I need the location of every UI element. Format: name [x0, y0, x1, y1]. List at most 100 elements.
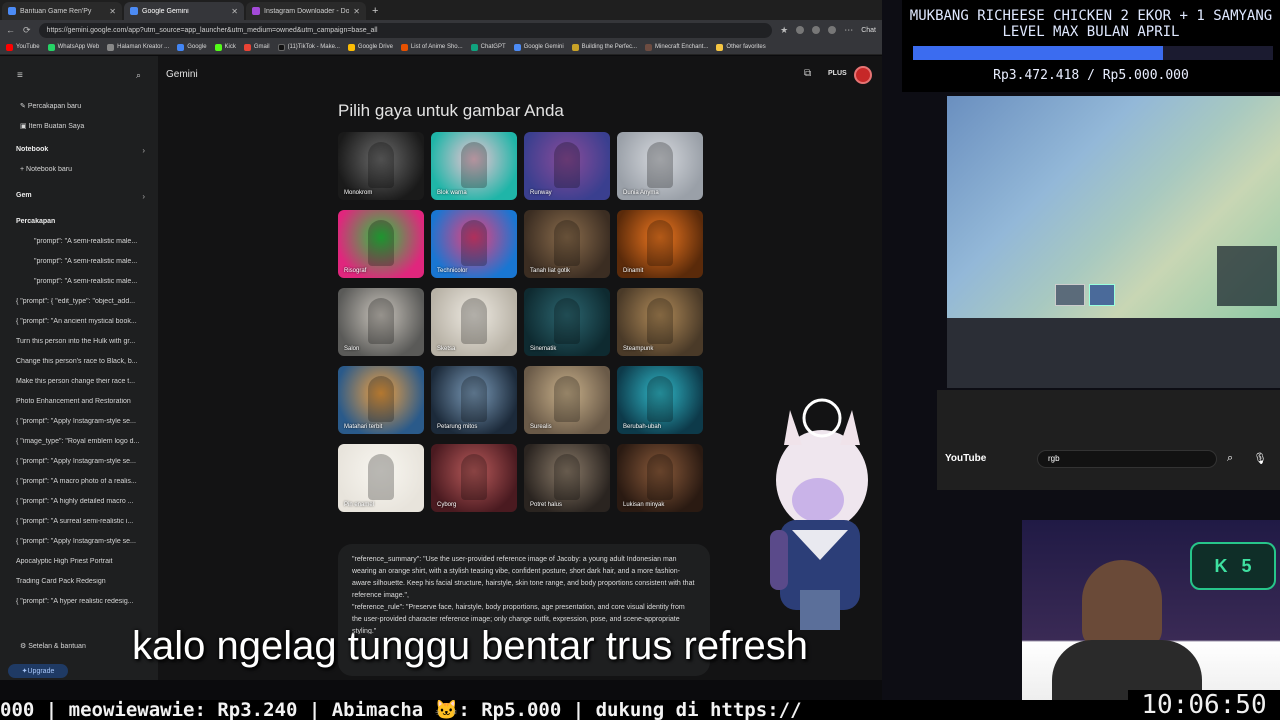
chat-history-item[interactable]: { "prompt": "A hyper realistic redesig..… — [16, 598, 148, 605]
style-card[interactable]: Cyborg — [431, 444, 517, 512]
star-icon[interactable]: ★ — [780, 25, 788, 36]
bookmark-item[interactable]: Building the Perfec... — [571, 43, 637, 51]
chat-history-item[interactable]: { "prompt": "A highly detailed macro ... — [16, 498, 148, 505]
bookmark-label: Halaman Kreator ... — [117, 44, 170, 50]
chat-history-item[interactable]: { "prompt": "A surreal semi-realistic i.… — [16, 518, 148, 525]
bookmark-item[interactable]: Google Gemini — [513, 43, 564, 51]
bookmark-item[interactable]: (11)TikTok - Make... — [277, 43, 340, 51]
avatar[interactable] — [854, 66, 872, 84]
more-icon[interactable]: ⋯ — [844, 25, 853, 36]
style-label: Monokrom — [344, 190, 373, 196]
bookmark-item[interactable]: Google Drive — [347, 43, 393, 51]
style-label: Potret halus — [530, 502, 563, 508]
bookmark-item[interactable]: WhatsApp Web — [47, 43, 99, 51]
style-card[interactable]: Sinematik — [524, 288, 610, 356]
style-label: Cyborg — [437, 502, 457, 508]
bookmark-label: Google — [187, 44, 207, 50]
other-favorites[interactable]: Other favorites — [716, 43, 766, 51]
gem-header[interactable]: Gem — [16, 192, 148, 199]
page-title: Pilih gaya untuk gambar Anda — [338, 101, 564, 120]
close-tab-icon[interactable]: ✕ — [109, 7, 116, 16]
style-card[interactable]: Risograf — [338, 210, 424, 278]
chat-history-item[interactable]: { "prompt": "Apply Instagram-style se... — [16, 418, 148, 425]
search-icon[interactable]: ⌕ — [1227, 452, 1233, 465]
extension-icon[interactable] — [812, 26, 821, 34]
close-tab-icon[interactable]: ✕ — [231, 7, 238, 16]
youtube-logo[interactable]: YouTube — [945, 453, 986, 464]
bookmark-item[interactable]: List of Anime Sho... — [400, 43, 463, 51]
style-card[interactable]: Dunia Anyma — [617, 132, 703, 200]
style-card[interactable]: Pin enamel — [338, 444, 424, 512]
chat-history-item[interactable]: Apocalyptic High Priest Portrait — [16, 558, 148, 565]
bookmark-item[interactable]: Gmail — [243, 43, 270, 51]
chevron-right-icon[interactable]: › — [142, 146, 145, 155]
chat-history-item[interactable]: { "prompt": { "edit_type": "object_add..… — [16, 298, 148, 305]
tab-gemini[interactable]: Google Gemini ✕ — [124, 2, 244, 20]
bookmark-item[interactable]: Google — [177, 43, 207, 51]
style-thumbnail — [368, 220, 394, 266]
search-icon[interactable]: ⌕ — [136, 70, 141, 81]
style-card[interactable]: Berubah-ubah — [617, 366, 703, 434]
chat-history-item[interactable]: Photo Enhancement and Restoration — [16, 398, 148, 405]
my-items-link[interactable]: ▣ Item Buatan Saya — [20, 122, 152, 130]
notebook-header[interactable]: Notebook — [16, 146, 148, 153]
style-card[interactable]: Blok warna — [431, 132, 517, 200]
bookmark-item[interactable]: Minecraft Enchant... — [645, 43, 708, 51]
screen-share-icon[interactable]: ⧉ — [804, 68, 811, 79]
style-thumbnail — [368, 298, 394, 344]
chat-history-item[interactable]: Change this person's race to Black, b... — [16, 358, 148, 365]
combat-slot — [1055, 284, 1085, 306]
extension-icon[interactable] — [796, 26, 805, 34]
chat-button[interactable]: Chat — [861, 27, 876, 34]
style-card[interactable]: Technicolor — [431, 210, 517, 278]
tab-favicon-icon — [252, 7, 260, 15]
tab-instagram[interactable]: Instagram Downloader - Downlo... ✕ — [246, 2, 366, 20]
back-icon[interactable]: ← — [6, 25, 15, 35]
chat-history-item[interactable]: "prompt": "A semi-realistic male... — [34, 258, 166, 265]
url-input[interactable]: https://gemini.google.com/app?utm_source… — [38, 22, 773, 38]
close-tab-icon[interactable]: ✕ — [353, 7, 360, 16]
extension-icon[interactable] — [828, 26, 837, 34]
chat-history-item[interactable]: Make this person change their race t... — [16, 378, 148, 385]
bookmark-item[interactable]: YouTube — [6, 43, 40, 51]
style-card[interactable]: Lukisan minyak — [617, 444, 703, 512]
style-card[interactable]: Potret halus — [524, 444, 610, 512]
bookmark-item[interactable]: ChatGPT — [470, 43, 506, 51]
chat-history-item[interactable]: "prompt": "A semi-realistic male... — [34, 238, 166, 245]
new-tab-icon[interactable]: + — [372, 5, 378, 17]
style-card[interactable]: Sketsa — [431, 288, 517, 356]
chat-history-item[interactable]: { "image_type": "Royal emblem logo d... — [16, 438, 148, 445]
tab-renpy[interactable]: Bantuan Game Ren'Py ✕ — [2, 2, 122, 20]
style-label: Surealis — [530, 424, 552, 430]
style-card[interactable]: Dinamit — [617, 210, 703, 278]
style-card[interactable]: Runway — [524, 132, 610, 200]
style-card[interactable]: Surealis — [524, 366, 610, 434]
search-input[interactable]: rgb — [1037, 450, 1217, 468]
bookmark-item[interactable]: Kick — [214, 43, 236, 51]
bookmark-label: List of Anime Sho... — [410, 44, 463, 50]
style-card[interactable]: Petarung mitos — [431, 366, 517, 434]
chat-history-item[interactable]: { "prompt": "Apply Instagram-style se... — [16, 458, 148, 465]
style-card[interactable]: Steampunk — [617, 288, 703, 356]
refresh-icon[interactable]: ⟳ — [23, 25, 31, 36]
new-chat-button[interactable]: ✎ Percakapan baru — [20, 102, 152, 110]
chat-history-item[interactable]: { "prompt": "An ancient mystical book... — [16, 318, 148, 325]
style-thumbnail — [461, 142, 487, 188]
bookmark-item[interactable]: Halaman Kreator ... — [107, 43, 170, 51]
style-thumbnail — [554, 220, 580, 266]
style-card[interactable]: Matahari terbit — [338, 366, 424, 434]
chat-history-item[interactable]: Turn this person into the Hulk with gr..… — [16, 338, 148, 345]
chat-history-item[interactable]: { "prompt": "Apply Instagram-style se... — [16, 538, 148, 545]
style-card[interactable]: Tanah liat gotik — [524, 210, 610, 278]
new-notebook-button[interactable]: + Notebook baru — [20, 166, 152, 173]
microphone-icon[interactable]: 🎙 — [1253, 452, 1267, 465]
my-items-label: Item Buatan Saya — [28, 123, 85, 130]
menu-icon[interactable]: ≡ — [17, 70, 23, 81]
chevron-right-icon[interactable]: › — [142, 192, 145, 201]
style-label: Tanah liat gotik — [530, 268, 571, 274]
chat-history-item[interactable]: Trading Card Pack Redesign — [16, 578, 148, 585]
style-card[interactable]: Monokrom — [338, 132, 424, 200]
style-card[interactable]: Salon — [338, 288, 424, 356]
chat-history-item[interactable]: "prompt": "A semi-realistic male... — [34, 278, 166, 285]
chat-history-item[interactable]: { "prompt": "A macro photo of a realis..… — [16, 478, 148, 485]
